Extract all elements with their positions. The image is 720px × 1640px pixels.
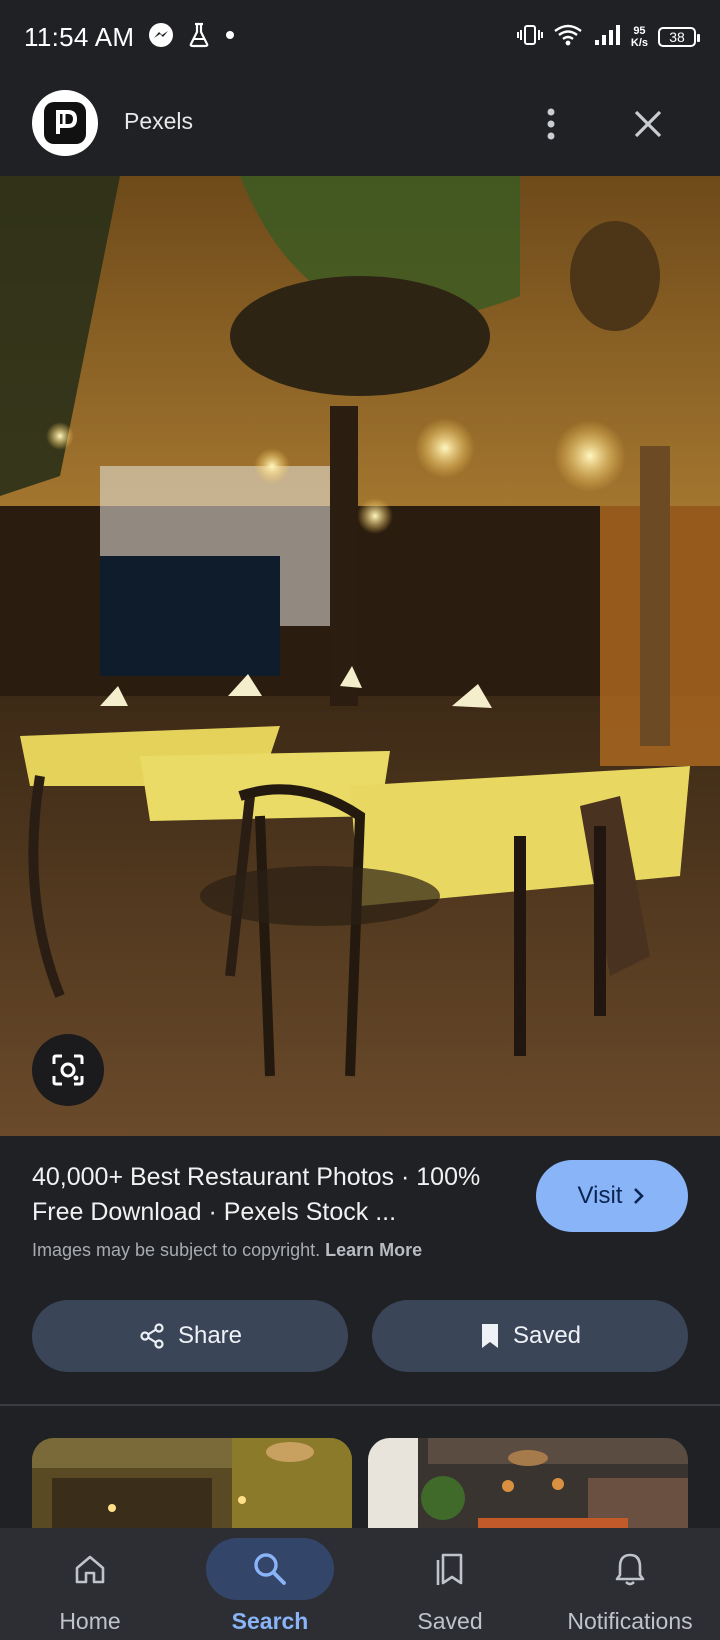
net-speed-value: 95 — [633, 25, 646, 37]
lens-icon — [52, 1054, 84, 1086]
learn-more-link[interactable]: Learn More — [325, 1240, 422, 1260]
status-right: 95 K/s 38 — [516, 23, 700, 52]
nav-notifications-icon-wrap — [566, 1538, 694, 1600]
saved-button[interactable]: Saved — [372, 1300, 688, 1372]
restaurant-photo — [0, 176, 720, 1136]
nav-search-label: Search — [231, 1608, 309, 1634]
vibrate-icon — [516, 23, 543, 52]
copyright-notice: Images may be subject to copyright. Lear… — [32, 1240, 422, 1261]
nav-home-icon-wrap — [26, 1538, 154, 1600]
flask-icon — [188, 22, 210, 53]
messenger-icon — [148, 22, 174, 53]
site-title: Pexels — [124, 108, 194, 134]
saved-icon — [436, 1553, 463, 1585]
nav-home[interactable]: Home — [0, 1528, 180, 1640]
bookmark-icon — [481, 1324, 498, 1348]
home-icon — [75, 1555, 105, 1584]
restaurant-image[interactable] — [0, 176, 720, 1136]
nav-saved-label: Saved — [417, 1608, 483, 1634]
net-speed: 95 K/s — [631, 25, 648, 49]
copyright-text: Images may be subject to copyright. — [32, 1240, 321, 1260]
share-icon — [140, 1323, 164, 1349]
share-label: Share — [177, 1322, 243, 1349]
divider — [0, 1404, 720, 1406]
saved-label: Saved — [512, 1322, 582, 1349]
nav-notifications-label: Notifications — [567, 1608, 693, 1634]
dot-icon — [224, 28, 236, 46]
clock: 11:54 AM — [24, 21, 135, 52]
signal-icon — [593, 23, 621, 52]
pexels-logo — [32, 90, 98, 156]
bottom-nav: Home Search Saved Notifications — [0, 1528, 720, 1640]
top-bar: Pexels — [0, 84, 720, 164]
chevron-right-icon — [634, 1188, 645, 1204]
nav-notifications[interactable]: Notifications — [540, 1528, 720, 1640]
nav-search[interactable]: Search — [180, 1528, 360, 1640]
share-button[interactable]: Share — [32, 1300, 348, 1372]
bell-icon — [615, 1553, 645, 1586]
search-icon — [254, 1553, 286, 1585]
status-left: 11:54 AM — [24, 22, 236, 53]
battery-icon: 38 — [658, 27, 700, 47]
result-title[interactable]: 40,000+ Best Restaurant Photos · 100% Fr… — [32, 1160, 512, 1230]
nav-saved-icon-wrap — [386, 1538, 514, 1600]
wifi-icon — [553, 23, 583, 52]
more-vert-icon — [547, 108, 555, 140]
close-button[interactable] — [628, 104, 668, 144]
close-icon — [634, 110, 662, 138]
battery-level: 38 — [669, 29, 685, 45]
nav-search-icon-wrap — [206, 1538, 334, 1600]
visit-label: Visit — [577, 1182, 623, 1209]
visit-button[interactable]: Visit — [536, 1160, 688, 1232]
nav-saved[interactable]: Saved — [360, 1528, 540, 1640]
more-options-button[interactable] — [536, 106, 566, 142]
net-speed-unit: K/s — [630, 37, 648, 49]
google-lens-button[interactable] — [32, 1034, 104, 1106]
nav-home-label: Home — [59, 1608, 121, 1634]
status-bar: 11:54 AM 95 K/s 38 — [0, 0, 720, 74]
